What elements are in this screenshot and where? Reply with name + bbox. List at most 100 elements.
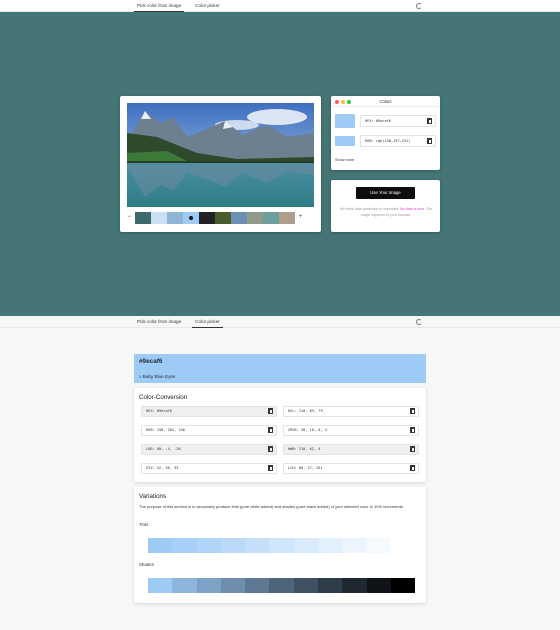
- conversion-value: RGB: 158, 202, 246: [146, 428, 185, 432]
- privacy-highlight: No data is sent.: [400, 207, 426, 211]
- hex-value: HEX: #9ecaf6: [365, 119, 391, 123]
- landscape-image[interactable]: [127, 103, 314, 207]
- image-card: − +: [120, 96, 321, 232]
- shade-swatch[interactable]: [390, 578, 416, 593]
- variations-card: Variations The purpose of this section i…: [134, 487, 426, 603]
- conversion-cell[interactable]: XYZ: 52, 56, 95: [141, 463, 277, 474]
- color-swatch: [335, 114, 355, 128]
- palette-swatch[interactable]: [247, 211, 263, 224]
- tint-swatch[interactable]: [390, 538, 416, 553]
- conversion-value: LAB: 80, -4, -26: [146, 447, 181, 451]
- shade-swatch[interactable]: [293, 578, 319, 593]
- tint-swatch[interactable]: [148, 538, 173, 553]
- copy-icon[interactable]: [427, 138, 433, 145]
- variations-description: The purpose of this section is to accura…: [139, 504, 404, 509]
- conversion-cell[interactable]: LAB: 80, -4, -26: [141, 444, 277, 455]
- colors-window: Colors HEX: #9ecaf6 RGB: rgb(140,197,251…: [331, 96, 440, 170]
- tint-swatch[interactable]: [293, 538, 319, 553]
- show-more-link[interactable]: Show more: [335, 158, 354, 162]
- palette-swatch[interactable]: [263, 211, 279, 224]
- selected-hex: #9ecaf6: [139, 358, 163, 365]
- decrease-colors-button[interactable]: −: [124, 212, 135, 223]
- rgb-value-field[interactable]: RGB: rgb(140,197,251): [360, 135, 436, 147]
- tab-color-picker[interactable]: Color picker: [192, 0, 223, 12]
- tint-swatch[interactable]: [269, 538, 294, 553]
- shades-label: Shades: [139, 562, 154, 567]
- conversion-value: CMYK: 36, 18, 0, 4: [288, 428, 327, 432]
- section-title: Color-Conversion: [139, 394, 188, 401]
- color-name: ≈ Baby Blue Eyes: [139, 374, 176, 379]
- color-row-hex: HEX: #9ecaf6: [335, 114, 436, 128]
- theme-toggle-icon[interactable]: [416, 3, 422, 9]
- tint-swatch[interactable]: [245, 538, 270, 553]
- palette-swatch[interactable]: [199, 211, 215, 224]
- color-swatch: [335, 136, 355, 146]
- privacy-note: We think data protection is important! N…: [339, 207, 433, 218]
- shade-swatch[interactable]: [172, 578, 197, 593]
- shade-swatch[interactable]: [220, 578, 246, 593]
- conversion-cell[interactable]: RGB: 158, 202, 246: [141, 425, 277, 436]
- palette-swatch[interactable]: [135, 211, 151, 224]
- palette-swatch[interactable]: [183, 211, 199, 224]
- privacy-text: We think data protection is important!: [339, 207, 401, 211]
- shade-swatch[interactable]: [342, 578, 367, 593]
- copy-icon[interactable]: [410, 408, 416, 415]
- window-titlebar: Colors: [331, 96, 440, 107]
- palette-swatch[interactable]: [231, 211, 247, 224]
- copy-icon[interactable]: [410, 465, 416, 472]
- conversion-value: HSL: 210, 83, 79: [288, 409, 323, 413]
- conversion-value: HWB: 210, 62, 4: [288, 447, 321, 451]
- shade-swatch[interactable]: [269, 578, 294, 593]
- tab-pick-color-from-image[interactable]: Pick color from image: [134, 316, 184, 328]
- palette-swatch[interactable]: [151, 211, 167, 224]
- use-image-card: Use Your Image We think data protection …: [331, 180, 440, 232]
- conversion-cell[interactable]: CMYK: 36, 18, 0, 4: [283, 425, 419, 436]
- copy-icon[interactable]: [268, 427, 274, 434]
- shade-swatch[interactable]: [148, 578, 173, 593]
- shade-bar: [148, 578, 416, 593]
- conversion-cell[interactable]: LCH: 80, 27, 261: [283, 463, 419, 474]
- tint-swatch[interactable]: [342, 538, 367, 553]
- tint-swatch[interactable]: [220, 538, 246, 553]
- tab-color-picker[interactable]: Color picker: [192, 316, 223, 328]
- palette-swatch[interactable]: [215, 211, 231, 224]
- conversion-cell[interactable]: HWB: 210, 62, 4: [283, 444, 419, 455]
- use-your-image-button[interactable]: Use Your Image: [356, 187, 415, 199]
- rgb-value: RGB: rgb(140,197,251): [365, 139, 411, 143]
- increase-colors-button[interactable]: +: [295, 212, 306, 223]
- top-nav: Pick color from image Color picker: [0, 316, 560, 328]
- conversion-value: LCH: 80, 27, 261: [288, 466, 323, 470]
- section-title: Variations: [139, 493, 167, 500]
- tab-pick-color-from-image[interactable]: Pick color from image: [134, 0, 185, 12]
- conversion-value: XYZ: 52, 56, 95: [146, 466, 179, 470]
- theme-toggle-icon[interactable]: [416, 319, 422, 325]
- top-nav: Pick color from image Color picker: [0, 0, 560, 12]
- shade-swatch[interactable]: [318, 578, 343, 593]
- conversion-cell[interactable]: HEX: #9ecaf6: [141, 406, 277, 417]
- copy-icon[interactable]: [410, 446, 416, 453]
- palette-swatch[interactable]: [167, 211, 183, 224]
- nav-tabs: Pick color from image Color picker: [134, 0, 223, 12]
- window-title: Colors: [379, 99, 392, 104]
- copy-icon[interactable]: [427, 118, 433, 125]
- tint-swatch[interactable]: [318, 538, 343, 553]
- shade-swatch[interactable]: [245, 578, 270, 593]
- tint-swatch[interactable]: [196, 538, 221, 553]
- color-row-rgb: RGB: rgb(140,197,251): [335, 134, 436, 148]
- copy-icon[interactable]: [268, 465, 274, 472]
- conversion-value: HEX: #9ecaf6: [146, 409, 172, 413]
- color-conversion-card: Color-Conversion HEX: #9ecaf6 HSL: 210, …: [134, 388, 426, 482]
- conversion-cell[interactable]: HSL: 210, 83, 79: [283, 406, 419, 417]
- shade-swatch[interactable]: [196, 578, 221, 593]
- shade-swatch[interactable]: [366, 578, 391, 593]
- tint-swatch[interactable]: [172, 538, 197, 553]
- copy-icon[interactable]: [268, 446, 274, 453]
- palette-swatch[interactable]: [279, 211, 295, 224]
- tint-bar: [148, 538, 416, 553]
- tints-label: Tints: [139, 522, 149, 527]
- copy-icon[interactable]: [268, 408, 274, 415]
- selected-color-banner: #9ecaf6 ≈ Baby Blue Eyes: [134, 354, 426, 383]
- hex-value-field[interactable]: HEX: #9ecaf6: [360, 115, 436, 127]
- copy-icon[interactable]: [410, 427, 416, 434]
- tint-swatch[interactable]: [366, 538, 391, 553]
